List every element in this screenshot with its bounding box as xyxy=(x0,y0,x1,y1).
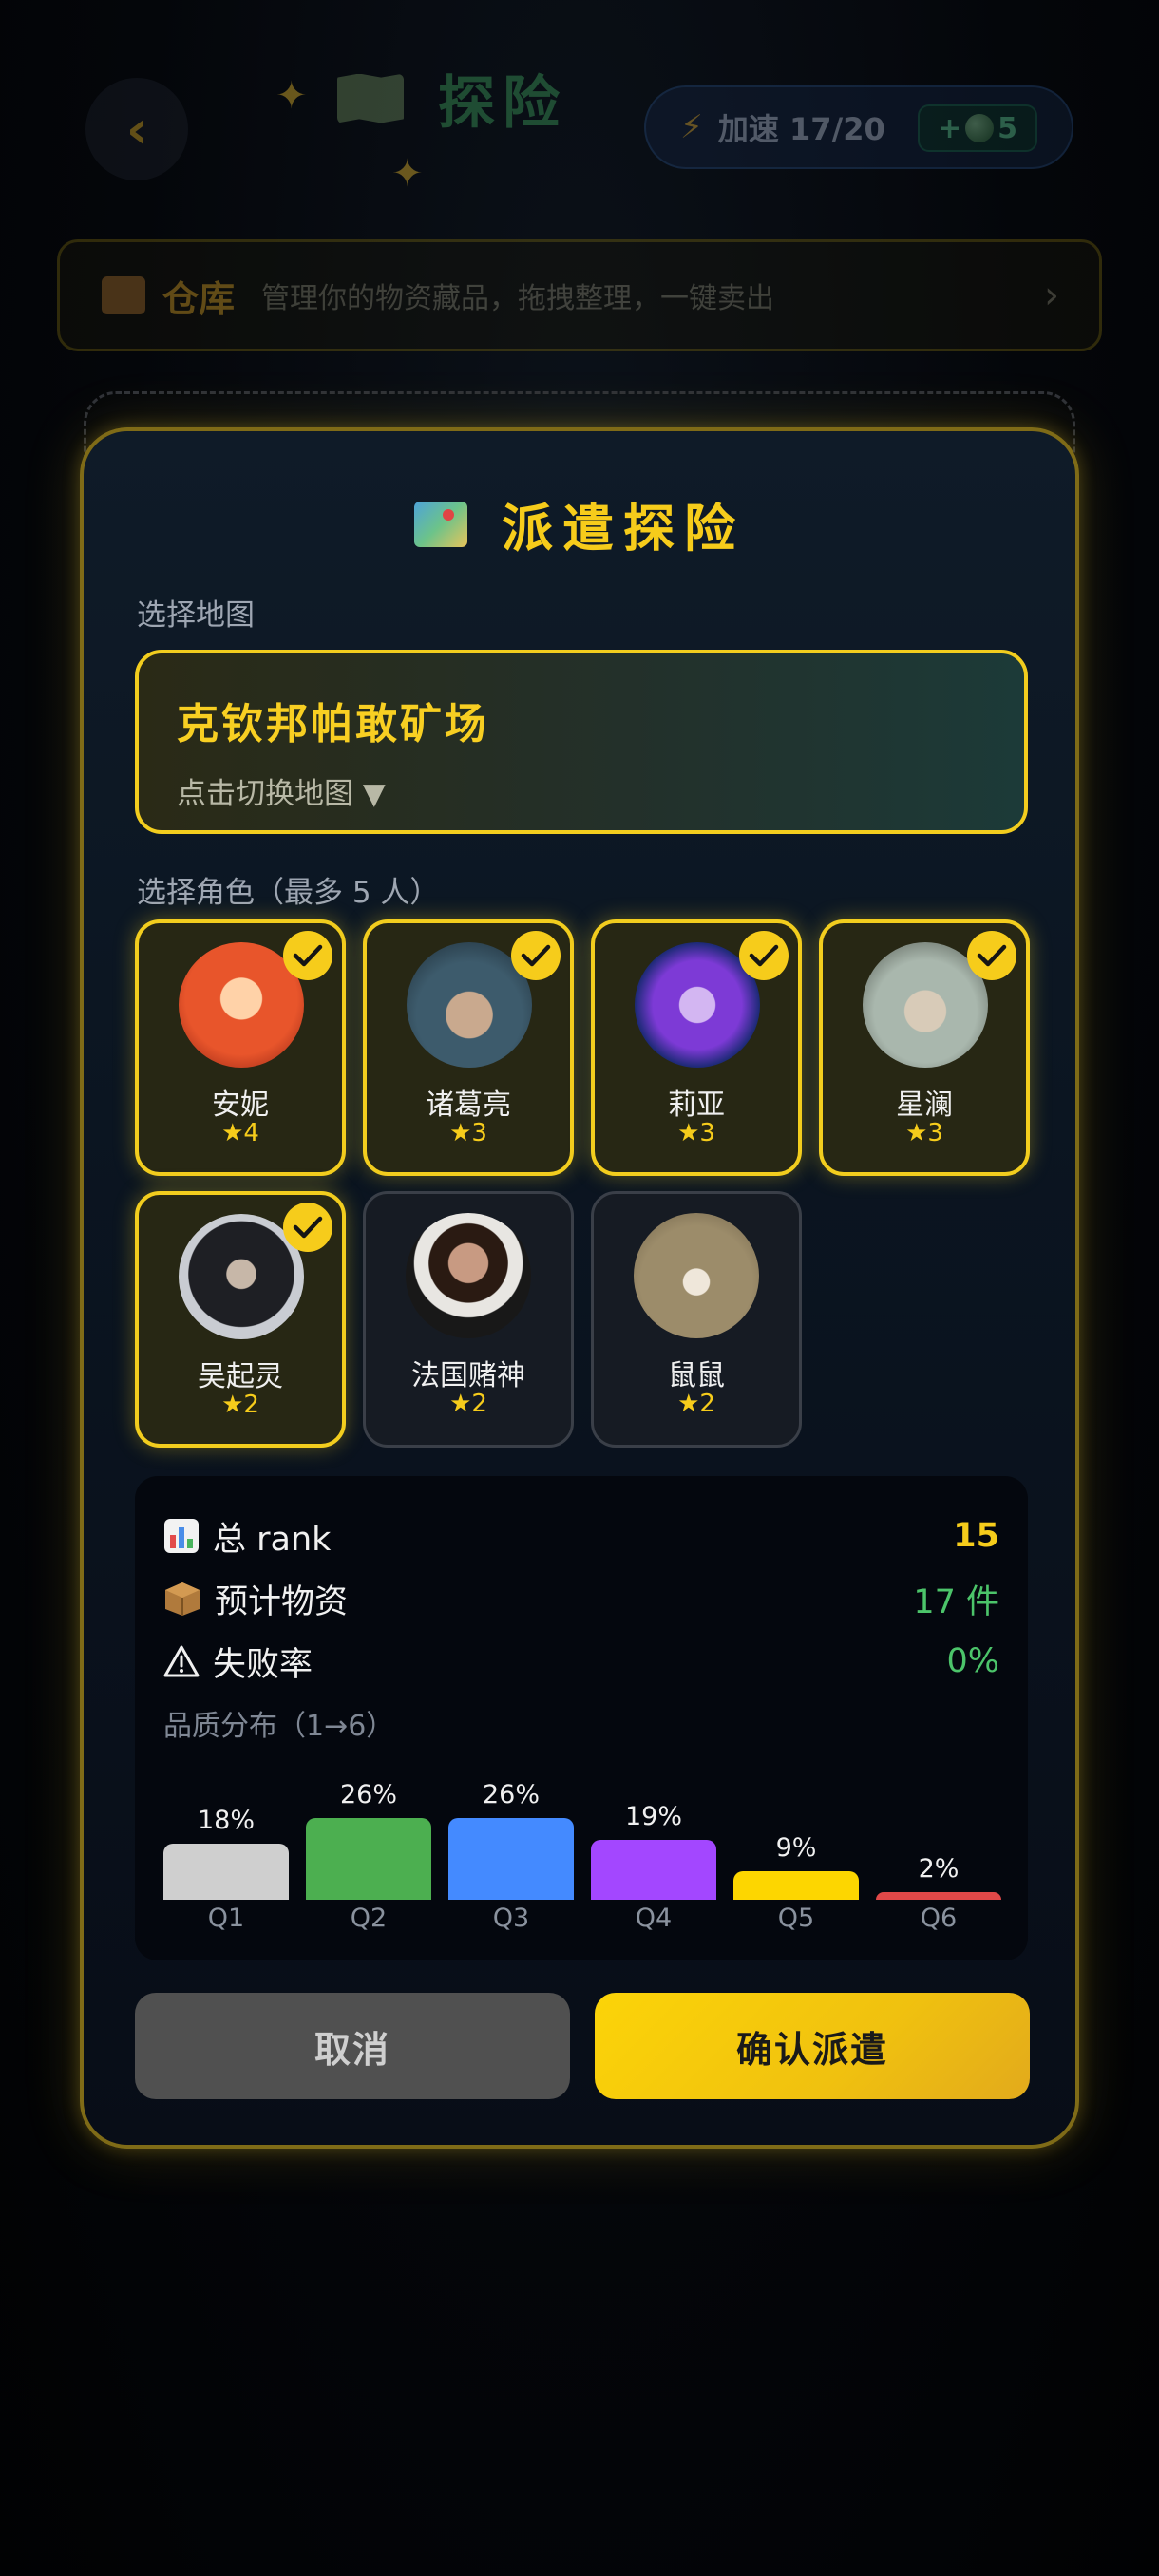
back-button[interactable]: ‹ xyxy=(86,78,188,180)
quality-bar-category: Q6 xyxy=(920,1904,958,1933)
quality-bar-percent: 18% xyxy=(197,1805,255,1835)
check-icon xyxy=(511,931,560,980)
map-switch-hint: 点击切换地图 ▼ xyxy=(177,777,386,811)
warehouse-banner[interactable]: 仓库 管理你的物资藏品，拖拽整理，一键卖出 › xyxy=(57,239,1102,351)
confirm-dispatch-button[interactable]: 确认派遣 xyxy=(595,1993,1030,2099)
sparkle-icon: ✦ xyxy=(276,74,308,118)
map-section-label: 选择地图 xyxy=(137,598,255,633)
role-stars: ★2 xyxy=(449,1390,487,1418)
speed-up-pill[interactable]: ⚡ 加速 17/20 + 5 xyxy=(644,85,1074,169)
quality-bar-percent: 26% xyxy=(482,1780,540,1810)
role-card-wu-qiling[interactable]: 吴起灵 ★2 xyxy=(135,1191,346,1448)
quality-bar-q5 xyxy=(733,1871,859,1900)
avatar xyxy=(634,1213,759,1338)
page-title: 探险 xyxy=(337,57,567,140)
role-stars: ★2 xyxy=(677,1390,715,1418)
cancel-button[interactable]: 取消 xyxy=(135,1993,570,2099)
quality-bar-category: Q2 xyxy=(350,1904,388,1933)
role-name: 吴起灵 xyxy=(198,1360,283,1393)
role-card-xinglan[interactable]: 星澜 ★3 xyxy=(819,919,1030,1176)
back-chevron-icon: ‹ xyxy=(125,99,148,160)
role-section-label: 选择角色（最多 5 人） xyxy=(137,876,440,910)
quality-distribution-chart: 18% Q1 26% Q2 26% Q3 19% Q4 9% Q5 2% Q6 xyxy=(135,1476,1028,1960)
quality-bar-q4 xyxy=(591,1840,716,1900)
quality-bar-category: Q5 xyxy=(777,1904,815,1933)
quality-bar-q3 xyxy=(448,1818,574,1900)
boost-count: 5 xyxy=(998,111,1017,145)
chevron-right-icon: › xyxy=(1044,274,1059,317)
boost-prefix: + xyxy=(937,111,962,145)
package-icon xyxy=(102,276,145,314)
check-icon xyxy=(967,931,1016,980)
modal-title-text: 派遣探险 xyxy=(502,499,745,559)
boost-chip[interactable]: + 5 xyxy=(918,104,1037,152)
page-title-text: 探险 xyxy=(438,70,567,137)
role-name: 鼠鼠 xyxy=(668,1359,725,1392)
quality-bar-category: Q3 xyxy=(492,1904,530,1933)
lightning-icon: ⚡ xyxy=(680,108,703,146)
avatar xyxy=(406,1213,531,1338)
quality-bar-category: Q1 xyxy=(207,1904,245,1933)
role-stars: ★3 xyxy=(449,1119,487,1147)
quality-bar-percent: 26% xyxy=(339,1780,397,1810)
quality-bar-q2 xyxy=(306,1818,431,1900)
role-card-zhuge-liang[interactable]: 诸葛亮 ★3 xyxy=(363,919,574,1176)
check-icon xyxy=(739,931,788,980)
stats-panel: 总 rank 15 预计物资 17 件 失败率 0% 品质分布（1→6） 18%… xyxy=(135,1476,1028,1960)
warehouse-title: 仓库 xyxy=(162,277,236,320)
check-icon xyxy=(283,1203,332,1252)
speed-up-label: 加速 17/20 xyxy=(717,111,885,147)
world-map-icon xyxy=(414,501,467,547)
sparkle-icon: ✦ xyxy=(391,152,424,196)
screen: ‹ ✦ ✦ 探险 ⚡ 加速 17/20 + 5 仓库 管理你的物资藏品，拖拽整理… xyxy=(0,0,1159,2576)
role-stars: ★2 xyxy=(221,1391,259,1419)
quality-bar-percent: 9% xyxy=(775,1833,817,1864)
role-stars: ★3 xyxy=(905,1119,943,1147)
quality-bar-q1 xyxy=(163,1843,289,1900)
role-card-shushu[interactable]: 鼠鼠 ★2 xyxy=(591,1191,802,1448)
map-name: 克钦邦帕敢矿场 xyxy=(177,700,489,748)
map-icon xyxy=(337,73,404,123)
dispatch-modal: 派遣探险 选择地图 克钦邦帕敢矿场 点击切换地图 ▼ 选择角色（最多 5 人） … xyxy=(80,427,1079,2149)
map-selector[interactable]: 克钦邦帕敢矿场 点击切换地图 ▼ xyxy=(135,650,1028,834)
role-name: 莉亚 xyxy=(668,1089,725,1122)
quality-bar-category: Q4 xyxy=(635,1904,673,1933)
role-stars: ★3 xyxy=(677,1119,715,1147)
role-name: 诸葛亮 xyxy=(426,1089,511,1122)
role-card-french-gambler[interactable]: 法国赌神 ★2 xyxy=(363,1191,574,1448)
modal-title: 派遣探险 xyxy=(84,486,1075,561)
quality-bar-percent: 2% xyxy=(918,1854,960,1884)
check-icon xyxy=(283,931,332,980)
role-name: 法国赌神 xyxy=(411,1359,525,1392)
role-card-anni[interactable]: 安妮 ★4 xyxy=(135,919,346,1176)
quality-bar-percent: 19% xyxy=(624,1802,682,1832)
background-page: ‹ ✦ ✦ 探险 ⚡ 加速 17/20 + 5 仓库 管理你的物资藏品，拖拽整理… xyxy=(0,0,1159,437)
warehouse-description: 管理你的物资藏品，拖拽整理，一键卖出 xyxy=(261,282,775,315)
role-card-lia[interactable]: 莉亚 ★3 xyxy=(591,919,802,1176)
quality-bar-q6 xyxy=(876,1892,1001,1900)
role-stars: ★4 xyxy=(221,1119,259,1147)
role-name: 安妮 xyxy=(212,1089,269,1122)
gem-icon xyxy=(965,114,995,142)
role-name: 星澜 xyxy=(896,1089,953,1122)
